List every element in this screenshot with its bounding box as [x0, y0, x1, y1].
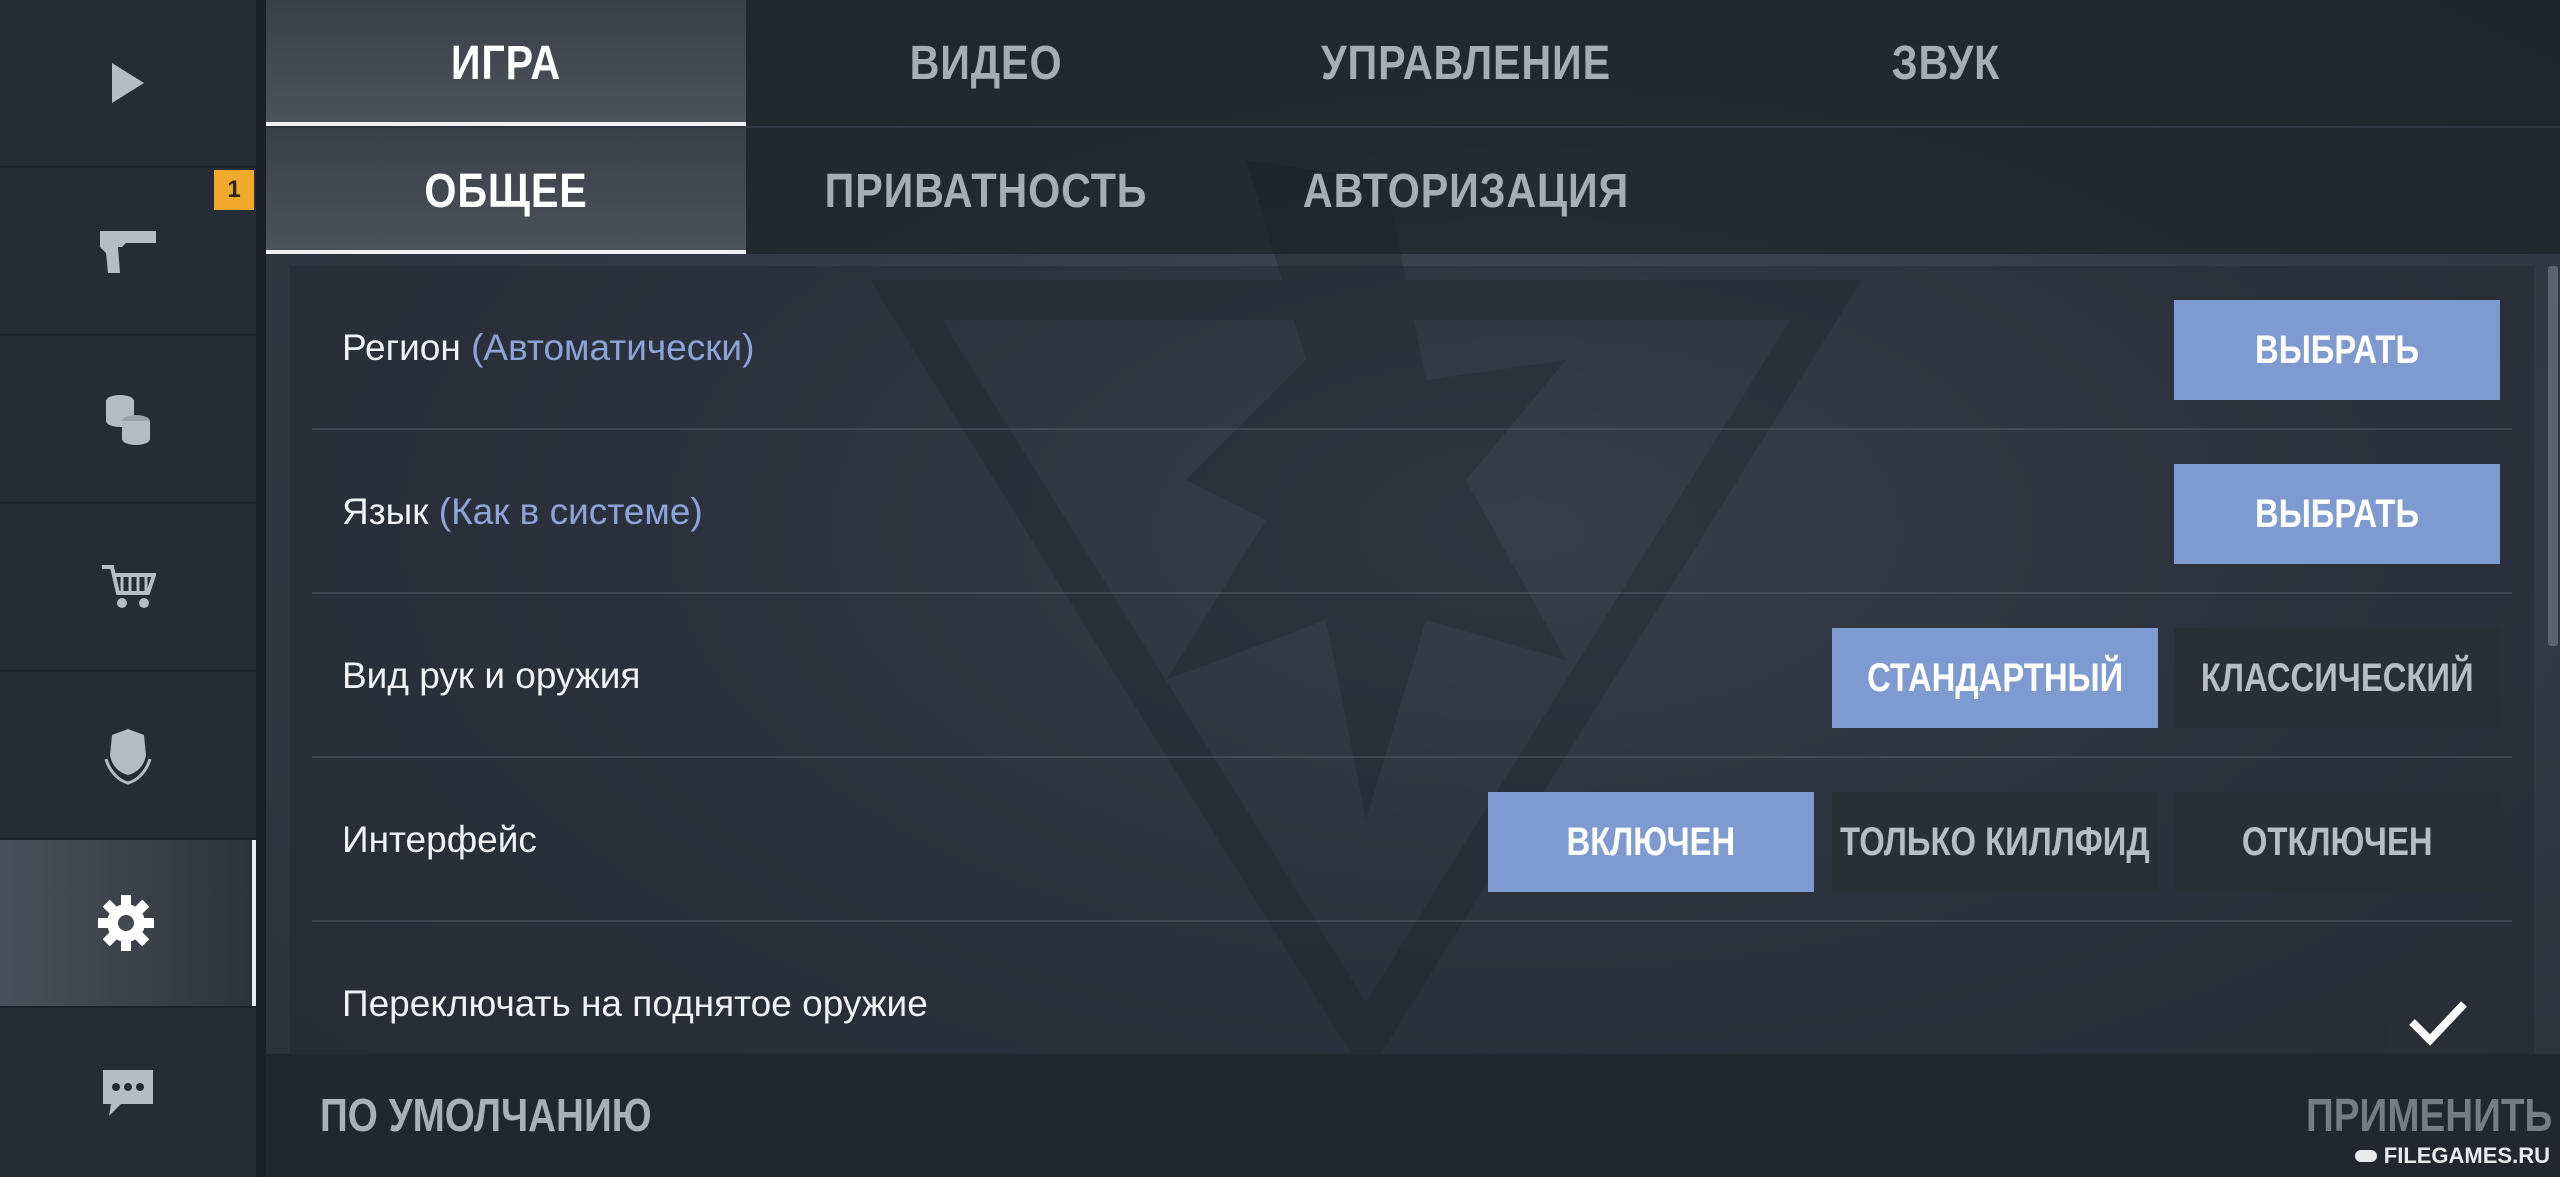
- interface-option-off[interactable]: ОТКЛЮЧЕН: [2174, 792, 2500, 892]
- interface-option-on[interactable]: ВКЛЮЧЕН: [1488, 792, 1814, 892]
- sidebar-item-settings[interactable]: [0, 840, 256, 1006]
- sidebar-divider: [256, 0, 266, 1177]
- hands-option-standard[interactable]: СТАНДАРТНЫЙ: [1832, 628, 2158, 728]
- sidebar-item-chat[interactable]: [0, 1008, 256, 1177]
- tab-game[interactable]: ИГРА: [266, 0, 746, 126]
- setting-language: Язык (Как в системе) ВЫБРАТЬ: [312, 430, 2512, 594]
- region-select-button[interactable]: ВЫБРАТЬ: [2174, 300, 2500, 400]
- language-value: (Как в системе): [438, 491, 703, 532]
- region-label: Регион: [342, 327, 461, 368]
- footer-bar: ПО УМОЛЧАНИЮ ПРИМЕНИТЬ FILEGAMES.RU: [266, 1054, 2560, 1177]
- interface-label: Интерфейс: [342, 819, 537, 860]
- settings-scrollbar[interactable]: [2548, 266, 2558, 646]
- settings-panel: ИГРА ВИДЕО УПРАВЛЕНИЕ ЗВУК ОБЩЕЕ ПРИВАТН…: [266, 0, 2560, 1177]
- sidebar-item-clan[interactable]: [0, 672, 256, 838]
- weapons-badge: 1: [214, 170, 254, 210]
- region-value: (Автоматически): [471, 327, 755, 368]
- cart-icon: [102, 565, 156, 608]
- gear-icon: [98, 895, 154, 951]
- pistol-icon: [100, 231, 156, 273]
- tab-controls[interactable]: УПРАВЛЕНИЕ: [1226, 0, 1706, 126]
- sub-tabs: ОБЩЕЕ ПРИВАТНОСТЬ АВТОРИЗАЦИЯ: [266, 128, 2560, 254]
- setting-hands-view: Вид рук и оружия СТАНДАРТНЫЙ КЛАССИЧЕСКИ…: [312, 594, 2512, 758]
- setting-interface: Интерфейс ВКЛЮЧЕН ТОЛЬКО КИЛЛФИД ОТКЛЮЧЕ…: [312, 758, 2512, 922]
- setting-region: Регион (Автоматически) ВЫБРАТЬ: [312, 266, 2512, 430]
- tab-sound[interactable]: ЗВУК: [1706, 0, 2186, 126]
- hands-option-classic[interactable]: КЛАССИЧЕСКИЙ: [2174, 628, 2500, 728]
- watermark: FILEGAMES.RU: [2354, 1143, 2550, 1169]
- hands-view-label: Вид рук и оружия: [342, 655, 641, 696]
- play-icon: [112, 63, 144, 103]
- clan-shield-icon: [104, 729, 152, 785]
- coins-icon: [106, 395, 150, 445]
- tab-general[interactable]: ОБЩЕЕ: [266, 128, 746, 254]
- sidebar-item-currency[interactable]: [0, 336, 256, 502]
- tab-privacy[interactable]: ПРИВАТНОСТЬ: [746, 128, 1226, 254]
- chat-icon: [103, 1069, 153, 1116]
- language-select-button[interactable]: ВЫБРАТЬ: [2174, 464, 2500, 564]
- tab-video[interactable]: ВИДЕО: [746, 0, 1226, 126]
- tab-authorization[interactable]: АВТОРИЗАЦИЯ: [1226, 128, 1706, 254]
- interface-option-killfeed-only[interactable]: ТОЛЬКО КИЛЛФИД: [1832, 792, 2158, 892]
- checkmark-icon: [2409, 1001, 2467, 1046]
- sidebar-item-shop[interactable]: [0, 504, 256, 670]
- reset-defaults-button[interactable]: ПО УМОЛЧАНИЮ: [320, 1054, 715, 1177]
- main-tabs: ИГРА ВИДЕО УПРАВЛЕНИЕ ЗВУК: [266, 0, 2560, 126]
- sidebar-item-play[interactable]: [0, 0, 256, 166]
- gamepad-icon: [2354, 1150, 2377, 1162]
- settings-list: Регион (Автоматически) ВЫБРАТЬ Язык (Как…: [290, 266, 2534, 1072]
- sidebar: 1: [0, 0, 256, 1177]
- language-label: Язык: [342, 491, 429, 532]
